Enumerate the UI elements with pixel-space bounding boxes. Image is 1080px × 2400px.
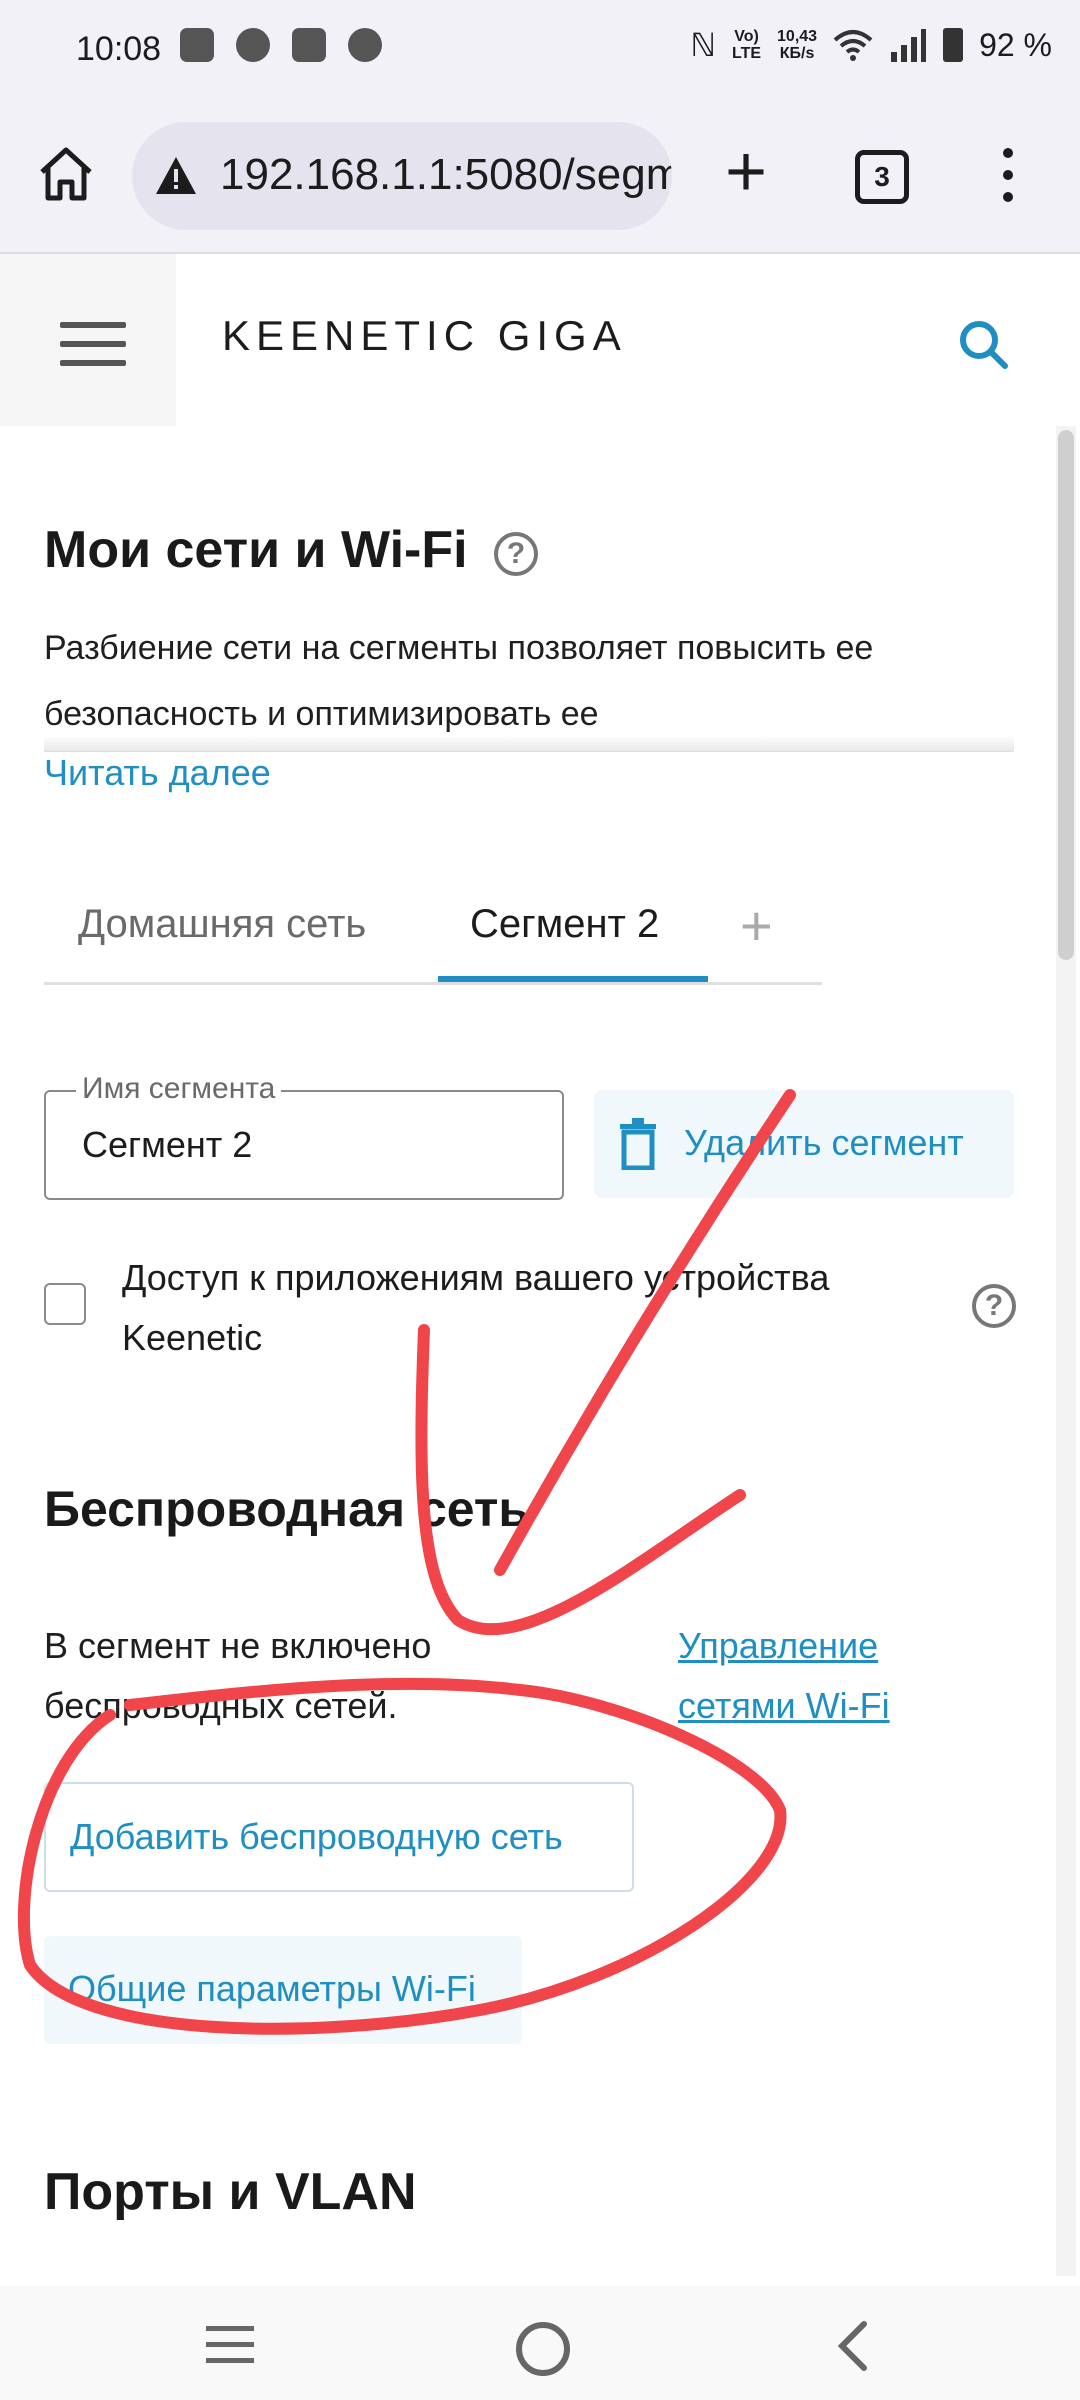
brand-logo: KEENETIC GIGA bbox=[222, 312, 627, 359]
description-fade bbox=[44, 735, 1014, 752]
app-notification-icon bbox=[348, 28, 382, 62]
trash-icon bbox=[620, 1118, 656, 1170]
home-icon[interactable] bbox=[36, 144, 96, 204]
status-right: ℕ Vo) LTE 10,43 КБ/s 92 % bbox=[690, 26, 1052, 64]
read-more-link[interactable]: Читать далее bbox=[44, 752, 271, 794]
app-header: KEENETIC GIGA bbox=[0, 254, 1080, 426]
add-wireless-network-button[interactable]: Добавить беспроводную сеть bbox=[44, 1782, 634, 1892]
notification-icons bbox=[180, 28, 382, 62]
manage-wifi-link[interactable]: Управление сетями Wi-Fi bbox=[678, 1616, 978, 1736]
volte-top: Vo) bbox=[734, 28, 759, 45]
segment-name-legend: Имя сегмента bbox=[76, 1072, 282, 1106]
back-icon[interactable] bbox=[830, 2320, 878, 2372]
wifi-icon bbox=[833, 30, 873, 61]
page-description: Разбиение сети на сегменты позволяет пов… bbox=[44, 629, 874, 733]
chat-notification-icon bbox=[236, 28, 270, 62]
status-time: 10:08 bbox=[76, 30, 162, 68]
segment-name-field[interactable]: Имя сегмента Сегмент 2 bbox=[44, 1072, 564, 1200]
common-wifi-settings-button[interactable]: Общие параметры Wi-Fi bbox=[44, 1936, 522, 2044]
app-access-label[interactable]: Доступ к приложениям вашего устройства K… bbox=[122, 1248, 942, 1368]
volte-indicator: Vo) LTE bbox=[732, 28, 761, 62]
app-access-checkbox[interactable] bbox=[44, 1283, 86, 1325]
mail-notification-icon bbox=[292, 28, 326, 62]
add-wireless-network-label: Добавить беспроводную сеть bbox=[70, 1816, 563, 1857]
delete-segment-label: Удалить сегмент bbox=[684, 1122, 964, 1163]
url-text[interactable]: 192.168.1.1:5080/segm bbox=[220, 150, 672, 200]
status-bar: 10:08 ℕ Vo) LTE 10,43 КБ/s 92 % bbox=[0, 0, 1080, 100]
segment-tabs: Домашняя сеть Сегмент 2 + bbox=[44, 862, 822, 985]
browser-toolbar: 192.168.1.1:5080/segm + 3 bbox=[0, 100, 1080, 254]
tab-home-network[interactable]: Домашняя сеть bbox=[78, 902, 366, 947]
add-segment-tab-button[interactable]: + bbox=[740, 898, 773, 954]
nfc-icon: ℕ bbox=[690, 27, 716, 63]
help-icon[interactable]: ? bbox=[972, 1284, 1016, 1328]
help-icon[interactable]: ? bbox=[494, 532, 538, 576]
wireless-status-text: В сегмент не включено беспроводных сетей… bbox=[44, 1625, 432, 1726]
gallery-notification-icon bbox=[180, 28, 214, 62]
wireless-section-title: Беспроводная сеть bbox=[44, 1481, 530, 1537]
battery-percent: 92 % bbox=[979, 26, 1052, 63]
scrollbar-thumb[interactable] bbox=[1058, 430, 1074, 960]
menu-button[interactable] bbox=[0, 254, 176, 426]
segment-name-value[interactable]: Сегмент 2 bbox=[82, 1124, 252, 1166]
battery-icon bbox=[943, 28, 964, 62]
home-nav-icon[interactable] bbox=[516, 2322, 570, 2376]
tab-segment-2[interactable]: Сегмент 2 bbox=[470, 902, 659, 947]
volte-bottom: LTE bbox=[731, 45, 762, 62]
recents-icon[interactable] bbox=[206, 2326, 254, 2366]
common-wifi-settings-label: Общие параметры Wi-Fi bbox=[68, 1968, 476, 2009]
hamburger-icon[interactable] bbox=[60, 322, 126, 370]
signal-icon bbox=[891, 29, 927, 62]
net-speed-value: 10,43 bbox=[777, 28, 818, 45]
browser-menu-icon[interactable] bbox=[1000, 148, 1016, 204]
system-nav-bar bbox=[0, 2286, 1080, 2400]
search-icon[interactable] bbox=[955, 316, 1011, 372]
new-tab-button[interactable]: + bbox=[716, 136, 776, 208]
net-speed: 10,43 КБ/s bbox=[777, 28, 817, 62]
tab-switcher-button[interactable]: 3 bbox=[855, 150, 909, 204]
page-title: Мои сети и Wi-Fi bbox=[44, 521, 468, 579]
warning-icon[interactable] bbox=[154, 154, 198, 198]
delete-segment-button[interactable]: Удалить сегмент bbox=[594, 1090, 1014, 1198]
ports-section-title: Порты и VLAN bbox=[44, 2163, 417, 2221]
active-tab-indicator bbox=[438, 976, 708, 982]
address-bar[interactable]: 192.168.1.1:5080/segm bbox=[132, 122, 672, 230]
net-speed-unit: КБ/s bbox=[779, 45, 815, 62]
